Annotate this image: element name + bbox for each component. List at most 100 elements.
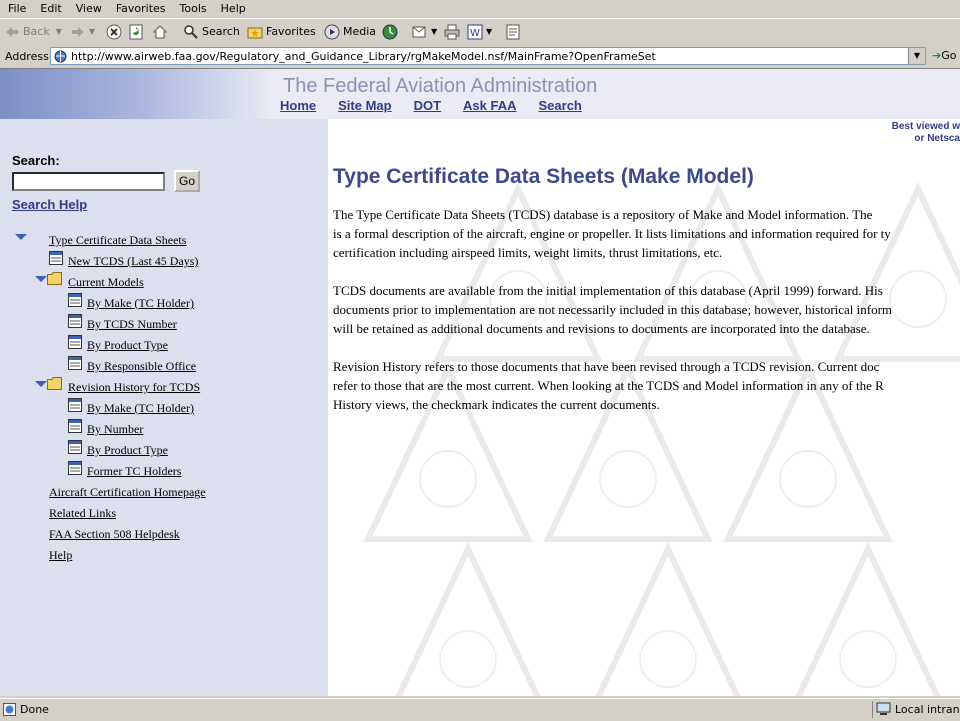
link-aircraft-certification-homepage[interactable]: Aircraft Certification Homepage	[49, 485, 206, 500]
home-button[interactable]	[152, 22, 171, 42]
document-view-icon	[68, 398, 82, 412]
mail-button[interactable]: ▼	[412, 22, 437, 42]
back-dropdown-icon[interactable]: ▼	[56, 22, 62, 42]
document-view-icon	[68, 314, 82, 328]
nav-search-link[interactable]: Search	[539, 98, 582, 113]
go-arrow-icon: ➔	[932, 49, 942, 62]
stop-icon	[106, 24, 122, 40]
address-bar: Address http://www.airweb.faa.gov/Regula…	[0, 46, 960, 69]
best-viewed-note: Best viewed w or Netsca	[892, 121, 960, 145]
mail-dropdown-icon[interactable]: ▼	[431, 22, 437, 42]
page-icon	[54, 50, 67, 63]
home-icon	[152, 25, 168, 39]
address-input[interactable]: http://www.airweb.faa.gov/Regulatory_and…	[50, 47, 926, 65]
tree-item-current-by-make[interactable]: By Make (TC Holder)	[87, 296, 194, 311]
address-url: http://www.airweb.faa.gov/Regulatory_and…	[71, 50, 656, 63]
document-view-icon	[49, 251, 63, 265]
search-button[interactable]: Search	[183, 22, 240, 42]
menu-bar: File Edit View Favorites Tools Help	[0, 0, 960, 17]
link-help[interactable]: Help	[49, 548, 72, 563]
mail-icon	[412, 26, 426, 38]
refresh-icon	[129, 24, 143, 40]
menu-help[interactable]: Help	[213, 0, 252, 16]
nav-dot-link[interactable]: DOT	[414, 98, 441, 113]
stop-button[interactable]	[106, 22, 125, 42]
menu-favorites[interactable]: Favorites	[108, 0, 172, 16]
intranet-zone-icon	[876, 702, 891, 715]
expand-triangle-icon[interactable]	[14, 233, 28, 241]
edit-dropdown-icon[interactable]: ▼	[486, 22, 492, 42]
forward-button[interactable]: ▼	[70, 22, 95, 42]
history-icon	[382, 24, 398, 40]
forward-dropdown-icon: ▼	[89, 27, 96, 36]
print-button[interactable]	[444, 22, 463, 42]
nav-ask-faa-link[interactable]: Ask FAA	[463, 98, 516, 113]
paragraph-intro: The Type Certificate Data Sheets (TCDS) …	[333, 205, 960, 262]
best-viewed-line1: Best viewed w	[891, 121, 960, 132]
nav-home-link[interactable]: Home	[280, 98, 316, 113]
folder-icon	[47, 272, 62, 285]
nav-site-map-link[interactable]: Site Map	[338, 98, 391, 113]
media-icon	[324, 24, 340, 40]
tree-item-current-by-product-type[interactable]: By Product Type	[87, 338, 168, 353]
sidebar: Search: Go Search Help Type Certificate …	[0, 119, 328, 696]
tree-item-new-tcds[interactable]: New TCDS (Last 45 Days)	[68, 254, 198, 269]
page-done-icon	[3, 703, 16, 716]
document-view-icon	[68, 440, 82, 454]
faa-banner: The Federal Aviation Administration Home…	[0, 69, 960, 119]
favorites-folder-icon	[247, 27, 263, 39]
refresh-button[interactable]	[128, 22, 147, 42]
security-zone: Local intranet	[872, 701, 960, 718]
paragraph-line: will be retained as additional documents…	[333, 321, 870, 336]
link-section-508-helpdesk[interactable]: FAA Section 508 Helpdesk	[49, 527, 180, 542]
status-text: Done	[20, 703, 49, 716]
tree-item-current-by-responsible-office[interactable]: By Responsible Office	[87, 359, 196, 374]
toolbar: Back ▼ ▼ Search Favorites Media ▼ W ▼	[0, 18, 960, 47]
status-bar: Done Local intranet	[0, 698, 960, 721]
discuss-icon	[506, 24, 520, 40]
address-go-button[interactable]: ➔Go	[932, 49, 956, 62]
document-view-icon	[68, 335, 82, 349]
tree-item-revision-by-product-type[interactable]: By Product Type	[87, 443, 168, 458]
back-button[interactable]: Back ▼	[4, 22, 62, 42]
paragraph-line: TCDS documents are available from the in…	[333, 283, 883, 298]
svg-text:W: W	[470, 28, 480, 39]
document-view-icon	[68, 356, 82, 370]
history-button[interactable]	[382, 22, 401, 42]
tree-item-current-by-tcds-number[interactable]: By TCDS Number	[87, 317, 177, 332]
discuss-button[interactable]	[505, 22, 524, 42]
print-icon	[444, 24, 460, 40]
tree-item-revision-by-number[interactable]: By Number	[87, 422, 143, 437]
favorites-button[interactable]: Favorites	[247, 22, 316, 42]
paragraph-availability: TCDS documents are available from the in…	[333, 281, 960, 338]
paragraph-line: The Type Certificate Data Sheets (TCDS) …	[333, 207, 873, 222]
tree-item-revision-by-make[interactable]: By Make (TC Holder)	[87, 401, 194, 416]
menu-tools[interactable]: Tools	[172, 0, 213, 16]
tree-item-tcds[interactable]: Type Certificate Data Sheets	[49, 233, 186, 248]
search-help-link[interactable]: Search Help	[12, 197, 87, 212]
search-icon	[184, 25, 198, 39]
search-label: Search:	[12, 153, 60, 168]
menu-file[interactable]: File	[0, 0, 32, 16]
tree-item-revision-history[interactable]: Revision History for TCDS	[68, 380, 200, 395]
back-arrow-icon	[6, 27, 18, 37]
edit-document-icon: W	[467, 24, 483, 40]
tree-item-former-tc-holders[interactable]: Former TC Holders	[87, 464, 181, 479]
zone-label: Local intranet	[895, 703, 960, 716]
page-title: Type Certificate Data Sheets (Make Model…	[333, 165, 754, 188]
expand-triangle-icon[interactable]	[34, 380, 48, 388]
link-related-links[interactable]: Related Links	[49, 506, 116, 521]
tree-item-current-models[interactable]: Current Models	[68, 275, 144, 290]
search-go-button[interactable]: Go	[174, 170, 200, 192]
address-dropdown-icon[interactable]: ▼	[908, 48, 925, 64]
menu-view[interactable]: View	[68, 0, 108, 16]
edit-button[interactable]: W ▼	[467, 22, 492, 42]
expand-triangle-icon[interactable]	[34, 275, 48, 283]
menu-edit[interactable]: Edit	[32, 0, 67, 16]
search-input[interactable]	[12, 172, 165, 191]
paragraph-line: certification including airspeed limits,…	[333, 245, 723, 260]
banner-title: The Federal Aviation Administration	[283, 75, 598, 97]
address-label: Address	[5, 50, 49, 63]
main-content: Best viewed w or Netsca Type Certificate…	[328, 119, 960, 696]
media-button[interactable]: Media	[324, 22, 376, 42]
